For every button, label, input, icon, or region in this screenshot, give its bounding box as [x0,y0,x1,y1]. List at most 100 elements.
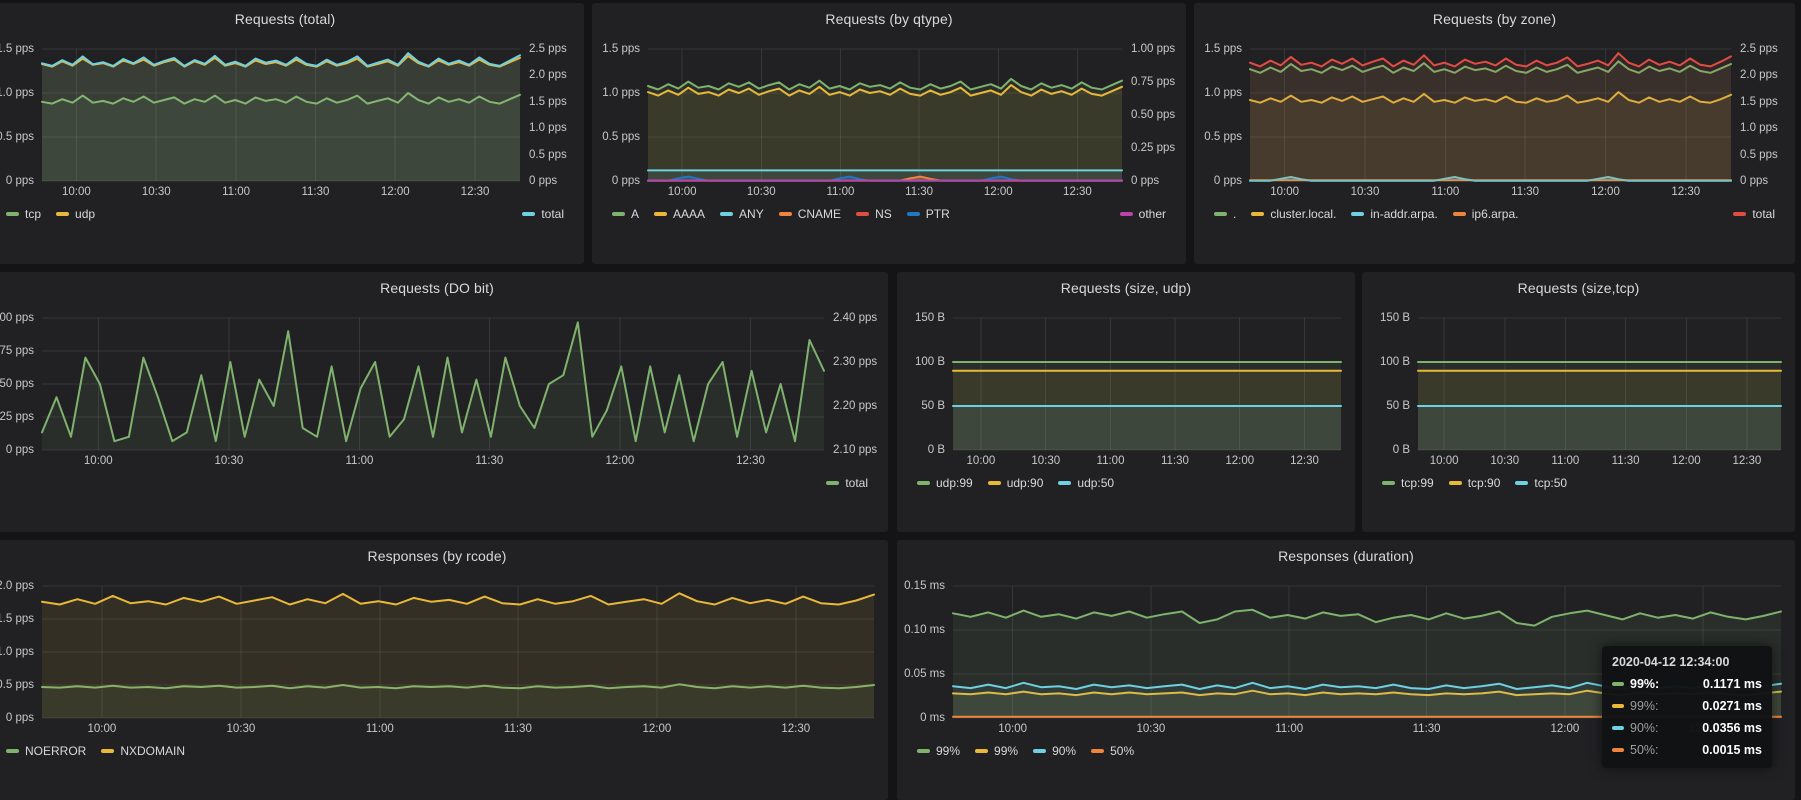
legend-item-cluster-local-[interactable]: cluster.local. [1251,207,1336,221]
tooltip-value: 0.0356 ms [1702,721,1762,735]
legend-item-aaaa[interactable]: AAAA [654,207,705,221]
chart-plot[interactable] [42,586,874,718]
y-axis-right-label: 1.0 pps [529,121,567,135]
y-axis-right-label: 2.10 pps [833,443,877,457]
x-axis-label: 12:30 [1281,454,1329,468]
panel-title[interactable]: Requests (by qtype) [592,11,1186,27]
legend-swatch [975,749,988,753]
legend-item-total[interactable]: total [826,476,868,490]
legend-item-ptr[interactable]: PTR [907,207,950,221]
panel-title[interactable]: Responses (by rcode) [0,548,888,564]
y-axis-right-label: 0.50 pps [1131,108,1175,122]
legend-item-udp-50[interactable]: udp:50 [1058,476,1114,490]
panel-title[interactable]: Requests (total) [0,11,584,27]
legend-item-ns[interactable]: NS [856,207,892,221]
y-axis-left-label: 0 pps [0,443,34,457]
x-axis-label: 10:30 [217,722,265,736]
x-axis-label: 12:00 [1541,722,1589,736]
y-axis-right-label: 1.5 pps [529,95,567,109]
legend-label: . [1233,207,1236,221]
legend-swatch [1453,212,1466,216]
x-axis-label: 11:00 [1541,454,1589,468]
y-axis-left-label: 1.5 pps [592,42,640,56]
legend-item-udp-90[interactable]: udp:90 [988,476,1044,490]
y-axis-right-label: 0 pps [1740,174,1768,188]
chart-plot[interactable] [1250,49,1731,181]
legend-item-99-[interactable]: 99% [975,744,1018,758]
x-axis-label: 12:00 [596,454,644,468]
legend-swatch [6,749,19,753]
x-axis-label: 12:00 [1581,185,1629,199]
x-axis-label: 10:00 [52,185,100,199]
panel-title[interactable]: Requests (size,tcp) [1362,280,1795,296]
legend: total [6,476,868,490]
legend-swatch [917,749,930,753]
legend-item-50-[interactable]: 50% [1091,744,1134,758]
y-axis-left-label: 1.0 pps [1194,86,1242,100]
x-axis-label: 11:00 [1421,185,1469,199]
legend-swatch [101,749,114,753]
legend-item-cname[interactable]: CNAME [779,207,841,221]
panel-responses-by-rcode: Responses (by rcode) 2.0 pps1.5 pps1.0 p… [0,540,888,800]
x-axis-label: 12:00 [371,185,419,199]
legend-item-nxdomain[interactable]: NXDOMAIN [101,744,185,758]
legend-item--[interactable]: . [1214,207,1236,221]
panel-title[interactable]: Requests (DO bit) [0,280,888,296]
legend-swatch [1382,481,1395,485]
chart-plot[interactable] [953,318,1341,450]
panel-requests-do-bit: Requests (DO bit) 1.00 pps0.75 pps0.50 p… [0,272,888,532]
legend-item-tcp[interactable]: tcp [6,207,41,221]
y-axis-left-label: 0 B [897,443,945,457]
legend-item-other[interactable]: other [1120,207,1166,221]
legend-label: total [541,207,564,221]
x-axis-label: 10:30 [205,454,253,468]
legend-item-noerror[interactable]: NOERROR [6,744,86,758]
legend-swatch [779,212,792,216]
legend-label: 50% [1110,744,1134,758]
x-axis-label: 10:00 [1420,454,1468,468]
y-axis-left-label: 2.0 pps [0,579,34,593]
panel-title[interactable]: Requests (by zone) [1194,11,1795,27]
legend-item-tcp-90[interactable]: tcp:90 [1449,476,1501,490]
legend-item-90-[interactable]: 90% [1033,744,1076,758]
y-axis-left-label: 150 B [1362,311,1410,325]
legend-item-ip6-arpa-[interactable]: ip6.arpa. [1453,207,1519,221]
chart-plot[interactable] [1418,318,1781,450]
legend-item-in-addr-arpa-[interactable]: in-addr.arpa. [1351,207,1437,221]
legend-label: AAAA [673,207,705,221]
legend-item-tcp-50[interactable]: tcp:50 [1515,476,1567,490]
y-axis-left-label: 0.5 pps [1194,130,1242,144]
x-axis-label: 12:30 [1053,185,1101,199]
legend-label: udp:90 [1007,476,1044,490]
x-axis-label: 10:30 [1341,185,1389,199]
tooltip-series-swatch [1612,704,1624,708]
legend-item-a[interactable]: A [612,207,639,221]
panel-title[interactable]: Responses (duration) [897,548,1795,564]
x-axis-label: 11:30 [494,722,542,736]
chart-plot[interactable] [42,318,824,450]
legend-item-udp[interactable]: udp [56,207,95,221]
panel-title[interactable]: Requests (size, udp) [897,280,1355,296]
legend-item-total[interactable]: total [522,207,564,221]
legend-swatch [1251,212,1264,216]
y-axis-left-label: 0.15 ms [897,579,945,593]
legend-item-udp-99[interactable]: udp:99 [917,476,973,490]
y-axis-right-label: 2.0 pps [1740,68,1778,82]
legend-item-99-[interactable]: 99% [917,744,960,758]
legend-item-any[interactable]: ANY [720,207,764,221]
legend-label: NXDOMAIN [120,744,185,758]
tooltip-series-label: 99%: [1630,699,1659,713]
x-axis-label: 10:30 [1481,454,1529,468]
x-axis-label: 10:30 [737,185,785,199]
x-axis-label: 12:00 [633,722,681,736]
legend-item-total[interactable]: total [1733,207,1775,221]
x-axis-label: 10:00 [74,454,122,468]
chart-plot[interactable] [42,49,520,181]
legend-label: ip6.arpa. [1472,207,1519,221]
legend-label: PTR [926,207,950,221]
legend-item-tcp-99[interactable]: tcp:99 [1382,476,1434,490]
legend-label: tcp:99 [1401,476,1434,490]
y-axis-left-label: 50 B [897,399,945,413]
legend-label: tcp:50 [1534,476,1567,490]
chart-plot[interactable] [648,49,1122,181]
